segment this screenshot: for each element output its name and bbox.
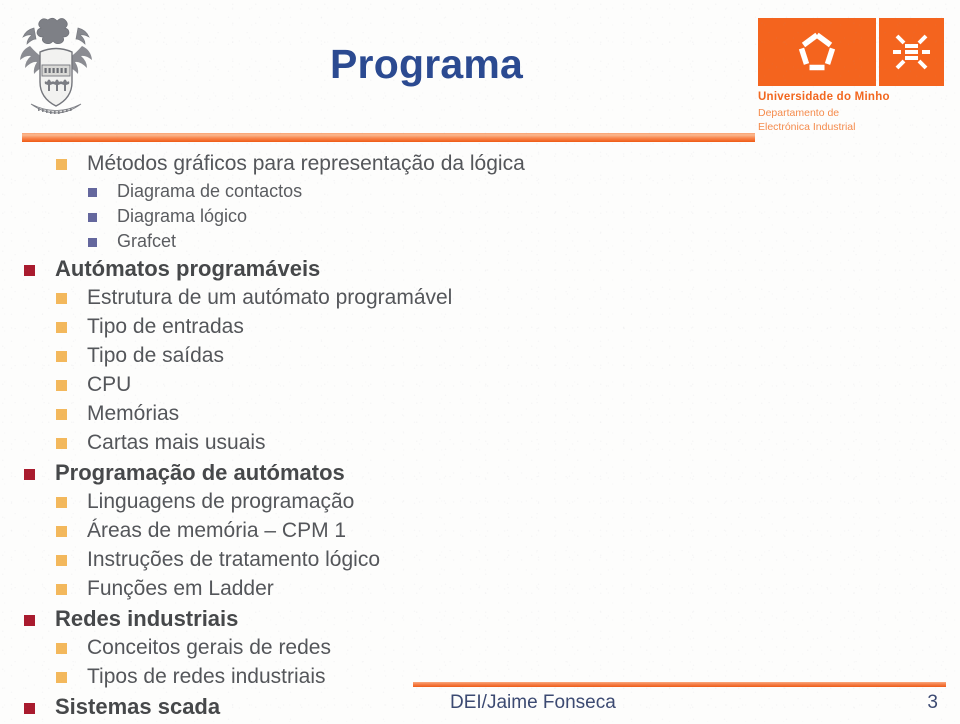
agenda-item-label: Tipo de entradas (87, 315, 244, 338)
agenda-item: Tipo de entradas (0, 315, 760, 344)
bullet-square-icon (56, 555, 67, 566)
agenda-item-label: Diagrama lógico (117, 206, 248, 226)
agenda-item: Conceitos gerais de redes (0, 636, 760, 665)
bullet-square-icon (56, 409, 67, 420)
footer-author: DEI/Jaime Fonseca (450, 692, 616, 713)
agenda-item: Programação de autómatos (0, 460, 760, 490)
agenda-item: Tipo de saídas (0, 344, 760, 373)
footer-divider (413, 682, 946, 687)
agenda-item-label: Linguagens de programação (87, 490, 355, 513)
department-name: Departamento de Electrónica Industrial (758, 106, 944, 134)
agenda-item-label: Instruções de tratamento lógico (87, 548, 380, 571)
bullet-square-icon (88, 213, 97, 222)
bullet-square-icon (88, 188, 97, 197)
agenda-item-label: Redes industriais (55, 606, 239, 631)
agenda-item: Instruções de tratamento lógico (0, 548, 760, 577)
agenda-item-label: Conceitos gerais de redes (87, 636, 331, 659)
presentation-slide: Programa Universidade do Minho Departame… (0, 0, 960, 722)
agenda-item-label: Áreas de memória – CPM 1 (87, 519, 347, 542)
agenda-item-label: CPU (87, 373, 132, 396)
agenda-item: Autómatos programáveis (0, 256, 760, 286)
agenda-item: Cartas mais usuais (0, 431, 760, 460)
slide-number: 3 (927, 692, 938, 713)
agenda-item: CPU (0, 373, 760, 402)
agenda-item-label: Métodos gráficos para representação da l… (87, 152, 525, 175)
agenda-item-label: Tipo de saídas (87, 344, 224, 367)
bullet-square-icon (24, 265, 35, 276)
agenda-item-label: Programação de autómatos (55, 460, 345, 485)
agenda-item: Diagrama de contactos (0, 181, 760, 206)
university-name: Universidade do Minho (758, 91, 890, 103)
agenda-item-label: Sistemas scada (55, 694, 221, 719)
bullet-square-icon (56, 293, 67, 304)
bullet-square-icon (56, 584, 67, 595)
agenda-item-label: Funções em Ladder (87, 577, 274, 600)
bullet-square-icon (56, 351, 67, 362)
logo-marks (758, 18, 944, 86)
agenda-item: Áreas de memória – CPM 1 (0, 519, 760, 548)
department-line-2: Electrónica Industrial (758, 121, 856, 134)
agenda-item-label: Memórias (87, 402, 180, 425)
page-title: Programa (330, 41, 524, 87)
pentagon-outline-icon (758, 18, 876, 86)
bullet-square-icon (56, 526, 67, 537)
agenda-item-label: Diagrama de contactos (117, 181, 303, 201)
bullet-square-icon (88, 238, 97, 247)
bullet-square-icon (56, 643, 67, 654)
agenda-item: Grafcet (0, 231, 760, 256)
bullet-square-icon (24, 615, 35, 626)
agenda-item: Métodos gráficos para representação da l… (0, 152, 760, 181)
agenda-item-label: Grafcet (117, 231, 177, 251)
bullet-square-icon (56, 672, 67, 683)
bullet-square-icon (56, 159, 67, 170)
bullet-square-icon (56, 380, 67, 391)
starburst-icon (879, 18, 944, 86)
title-divider (22, 133, 755, 142)
agenda-item: Redes industriais (0, 606, 760, 636)
university-logo: Universidade do Minho Departamento de El… (758, 18, 944, 134)
agenda-item: Diagrama lógico (0, 206, 760, 231)
agenda-item-label: Estrutura de um autómato programável (87, 286, 453, 309)
bullet-square-icon (56, 438, 67, 449)
bullet-square-icon (56, 322, 67, 333)
agenda-item: Estrutura de um autómato programável (0, 286, 760, 315)
university-crest-icon (14, 12, 98, 124)
agenda-list: Métodos gráficos para representação da l… (0, 152, 760, 724)
agenda-item-label: Tipos de redes industriais (87, 665, 326, 688)
agenda-item: Linguagens de programação (0, 490, 760, 519)
bullet-square-icon (24, 469, 35, 480)
agenda-item-label: Autómatos programáveis (55, 256, 321, 281)
agenda-item: Tipos de redes industriais (0, 665, 760, 694)
agenda-item: Funções em Ladder (0, 577, 760, 606)
agenda-item-label: Cartas mais usuais (87, 431, 266, 454)
slide-footer: DEI/Jaime Fonseca 3 (450, 692, 938, 714)
bullet-square-icon (56, 497, 67, 508)
agenda-item: Memórias (0, 402, 760, 431)
bullet-square-icon (24, 703, 35, 714)
department-line-1: Departamento de (758, 107, 840, 119)
